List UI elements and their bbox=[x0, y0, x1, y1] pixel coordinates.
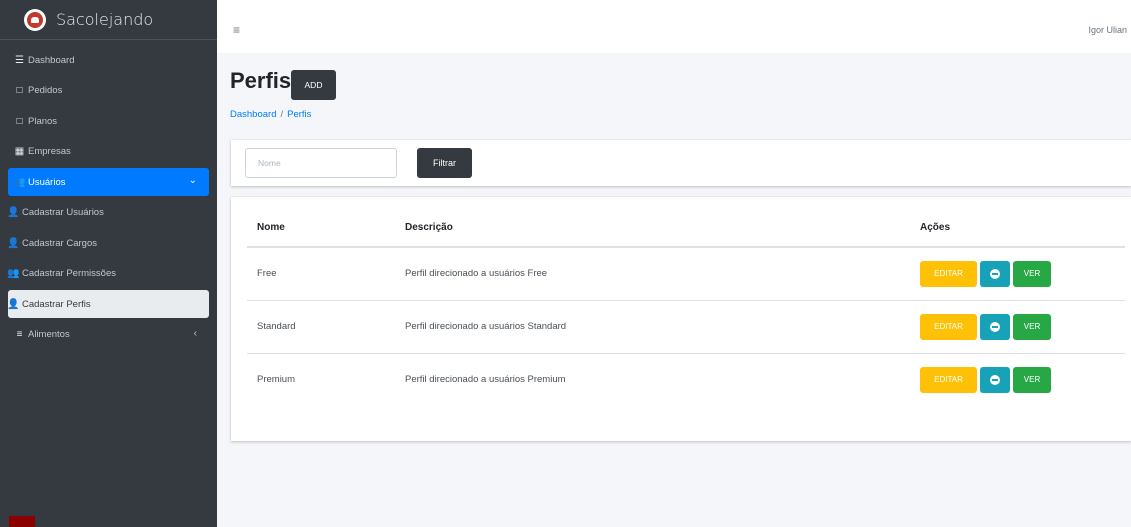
page-title: Perfis bbox=[230, 68, 292, 93]
chevron-left-icon: ‹ bbox=[193, 327, 197, 339]
table-row: Standard Perfil direcionado a usuários S… bbox=[247, 299, 1125, 353]
sidebar: Sacolejando ☰ Dashboard □ Pedidos □ Plan… bbox=[0, 0, 217, 527]
cell-acoes: EDITAR VER bbox=[910, 352, 1125, 406]
hamburger-icon: ≡ bbox=[16, 329, 23, 340]
breadcrumb-perfis[interactable]: Perfis bbox=[287, 109, 311, 120]
delete-icon bbox=[990, 268, 1000, 279]
sidebar-item-label: Cadastrar Cargos bbox=[22, 237, 97, 249]
name-filter-input[interactable] bbox=[245, 148, 397, 178]
cell-descricao: Perfil direcionado a usuários Premium bbox=[395, 352, 910, 406]
view-button[interactable]: VER bbox=[1013, 366, 1051, 393]
user-name[interactable]: Igor Ulian bbox=[1088, 25, 1127, 35]
edit-button[interactable]: EDITAR bbox=[920, 260, 977, 287]
table-row: Free Perfil direcionado a usuários Free … bbox=[247, 247, 1125, 300]
breadcrumb: Dashboard / Perfis bbox=[230, 109, 311, 120]
building-icon: ▦ bbox=[14, 146, 25, 157]
sidebar-item-label: Cadastrar Perfis bbox=[22, 298, 91, 310]
sidebar-item-dashboard[interactable]: ☰ Dashboard bbox=[8, 46, 209, 74]
user-tag-icon: 👤 bbox=[7, 237, 20, 249]
sidebar-item-pedidos[interactable]: □ Pedidos bbox=[8, 77, 209, 105]
delete-button[interactable] bbox=[980, 260, 1010, 287]
sidebar-item-label: Usuários bbox=[28, 176, 66, 188]
cell-acoes: EDITAR VER bbox=[910, 299, 1125, 353]
profiles-table: Nome Descrição Ações Free Perfil direcio… bbox=[247, 209, 1125, 406]
users-cog-icon: 👥 bbox=[7, 268, 20, 279]
sidebar-item-label: Cadastrar Permissões bbox=[22, 268, 116, 279]
table-card: Nome Descrição Ações Free Perfil direcio… bbox=[231, 197, 1131, 441]
sidebar-item-usuarios[interactable]: 👥 Usuários ⌄ bbox=[8, 168, 209, 196]
bottom-badge bbox=[9, 516, 35, 527]
cell-nome: Free bbox=[257, 268, 277, 280]
cell-nome: Premium bbox=[247, 352, 395, 406]
cell-acoes: EDITAR VER bbox=[910, 247, 1125, 300]
sidebar-item-cadastrar-usuarios[interactable]: 👤 Cadastrar Usuários bbox=[7, 199, 209, 227]
table-header-row: Nome Descrição Ações bbox=[247, 209, 1125, 248]
brand-logo-icon bbox=[24, 8, 46, 31]
menu-icon: ☰ bbox=[15, 54, 24, 66]
delete-button[interactable] bbox=[980, 313, 1010, 340]
filter-card: Filtrar bbox=[231, 140, 1131, 186]
sidebar-item-label: Pedidos bbox=[28, 85, 63, 96]
sidebar-item-label: Planos bbox=[28, 115, 58, 127]
sidebar-item-label: Empresas bbox=[28, 146, 71, 157]
sidebar-item-cadastrar-perfis[interactable]: 👤 Cadastrar Perfis bbox=[7, 290, 209, 318]
column-header-descricao: Descrição bbox=[395, 209, 910, 248]
delete-button[interactable] bbox=[980, 366, 1010, 393]
cell-descricao: Perfil direcionado a usuários Standard bbox=[395, 299, 910, 353]
add-button[interactable]: ADD bbox=[291, 70, 336, 100]
menu-toggle-icon[interactable]: ≡ bbox=[233, 23, 240, 37]
column-header-acoes: Ações bbox=[910, 209, 1125, 248]
cell-nome: Standard bbox=[247, 299, 395, 353]
delete-icon bbox=[990, 374, 1000, 385]
table-row: Premium Perfil direcionado a usuários Pr… bbox=[247, 352, 1125, 406]
column-header-nome: Nome bbox=[247, 209, 395, 248]
edit-button[interactable]: EDITAR bbox=[920, 366, 977, 393]
calendar-icon: □ bbox=[16, 115, 23, 127]
delete-icon bbox=[990, 321, 1000, 332]
brand-name: Sacolejando bbox=[56, 10, 154, 29]
user-tag-icon: 👤 bbox=[7, 298, 20, 310]
sidebar-item-label: Alimentos bbox=[28, 329, 70, 340]
cell-descricao: Perfil direcionado a usuários Free bbox=[405, 268, 548, 280]
sidebar-item-cadastrar-permissoes[interactable]: 👥 Cadastrar Permissões bbox=[7, 260, 209, 288]
calendar-icon: □ bbox=[16, 85, 23, 96]
breadcrumb-dashboard[interactable]: Dashboard bbox=[230, 109, 276, 120]
users-icon: 👥 bbox=[13, 176, 26, 188]
sidebar-item-alimentos[interactable]: ≡ Alimentos ‹ bbox=[8, 321, 209, 349]
sidebar-item-label: Dashboard bbox=[28, 54, 75, 66]
sidebar-nav: ☰ Dashboard □ Pedidos □ Planos ▦ Empresa… bbox=[0, 40, 217, 357]
view-button[interactable]: VER bbox=[1013, 313, 1051, 340]
top-navbar: ≡ Igor Ulian bbox=[217, 0, 1131, 53]
chevron-down-icon: ⌄ bbox=[188, 175, 197, 186]
filter-button[interactable]: Filtrar bbox=[417, 148, 472, 178]
edit-button[interactable]: EDITAR bbox=[920, 313, 977, 340]
sidebar-item-planos[interactable]: □ Planos bbox=[8, 107, 209, 135]
sidebar-item-empresas[interactable]: ▦ Empresas bbox=[8, 138, 209, 166]
sidebar-item-cadastrar-cargos[interactable]: 👤 Cadastrar Cargos bbox=[7, 229, 209, 257]
breadcrumb-separator: / bbox=[280, 109, 284, 120]
sidebar-item-label: Cadastrar Usuários bbox=[22, 207, 104, 218]
user-plus-icon: 👤 bbox=[7, 207, 20, 218]
brand-link[interactable]: Sacolejando bbox=[0, 0, 217, 40]
view-button[interactable]: VER bbox=[1013, 260, 1051, 287]
